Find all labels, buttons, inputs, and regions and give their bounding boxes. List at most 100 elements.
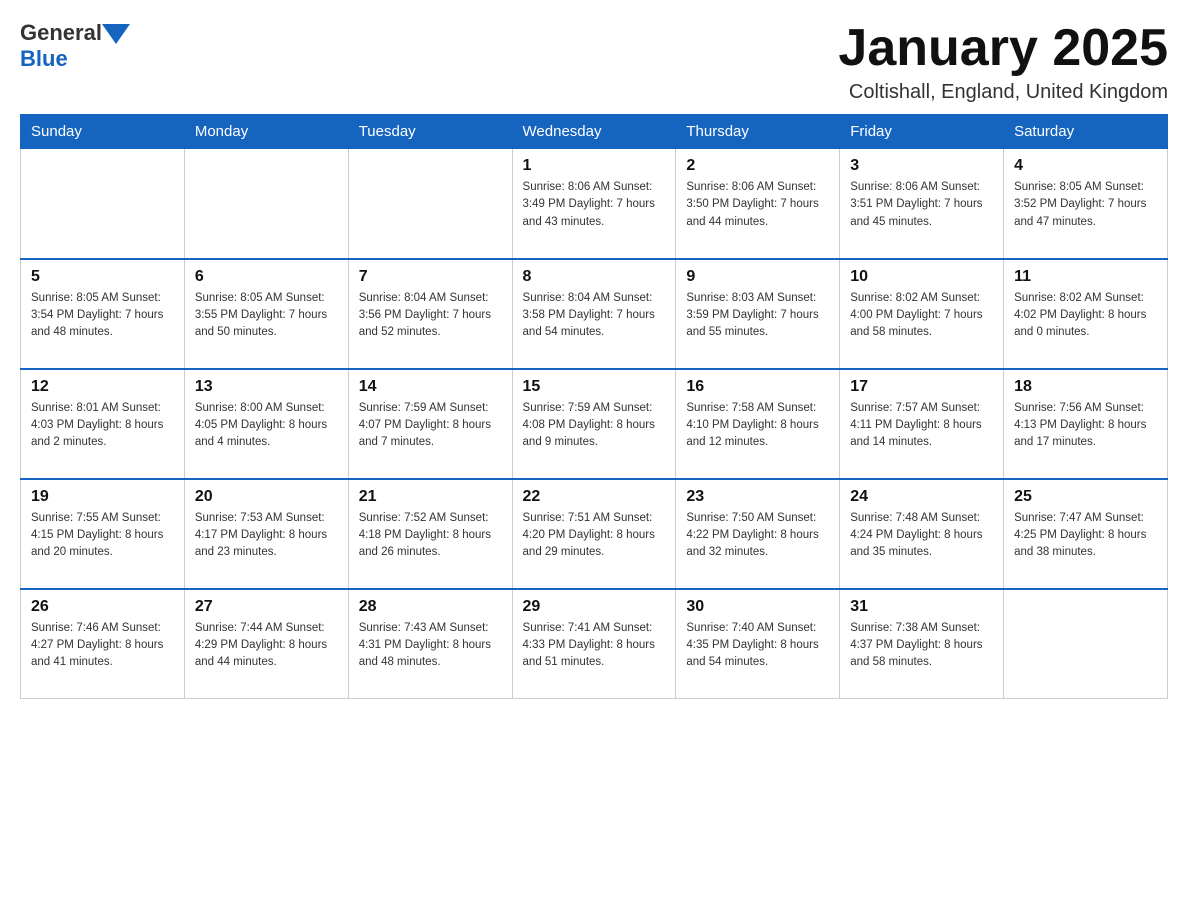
column-header-monday: Monday — [184, 115, 348, 149]
day-number: 14 — [359, 378, 502, 396]
calendar-cell: 9Sunrise: 8:03 AM Sunset: 3:59 PM Daylig… — [676, 259, 840, 369]
day-number: 9 — [686, 268, 829, 286]
day-info: Sunrise: 7:56 AM Sunset: 4:13 PM Dayligh… — [1014, 400, 1157, 452]
day-info: Sunrise: 8:05 AM Sunset: 3:55 PM Dayligh… — [195, 290, 338, 342]
day-number: 21 — [359, 488, 502, 506]
day-info: Sunrise: 7:59 AM Sunset: 4:07 PM Dayligh… — [359, 400, 502, 452]
calendar-cell: 30 Sunrise: 7:40 AM Sunset: 4:35 PM Dayli… — [676, 589, 840, 699]
day-info: Sunrise: 7:59 AM Sunset: 4:08 PM Dayligh… — [523, 400, 666, 452]
location: Coltishall, England, United Kingdom — [838, 81, 1168, 104]
day-info: Sunrise: 7:48 AM Sunset: 4:24 PM Dayligh… — [850, 510, 993, 562]
day-number: 8 — [523, 268, 666, 286]
day-info: Sunrise: 7:57 AM Sunset: 4:11 PM Dayligh… — [850, 400, 993, 452]
day-number: 31 — [850, 598, 993, 616]
logo-triangle-icon — [102, 24, 130, 44]
calendar-cell: 16 Sunrise: 7:58 AM Sunset: 4:10 PM Dayli… — [676, 369, 840, 479]
day-number: 5 — [31, 268, 174, 286]
calendar-cell: 10Sunrise: 8:02 AM Sunset: 4:00 PM Dayli… — [840, 259, 1004, 369]
month-title: January 2025 — [838, 20, 1168, 77]
calendar-cell — [1004, 589, 1168, 699]
calendar-cell: 20Sunrise: 7:53 AM Sunset: 4:17 PM Dayli… — [184, 479, 348, 589]
page-header: General Blue January 2025 Coltishall, En… — [20, 20, 1168, 104]
day-info: Sunrise: 7:46 AM Sunset: 4:27 PM Dayligh… — [31, 620, 174, 672]
day-info: Sunrise: 8:06 AM Sunset: 3:51 PM Dayligh… — [850, 179, 993, 231]
calendar-cell: 21 Sunrise: 7:52 AM Sunset: 4:18 PM Dayli… — [348, 479, 512, 589]
calendar-cell: 11Sunrise: 8:02 AM Sunset: 4:02 PM Dayli… — [1004, 259, 1168, 369]
day-number: 12 — [31, 378, 174, 396]
day-info: Sunrise: 7:53 AM Sunset: 4:17 PM Dayligh… — [195, 510, 338, 562]
calendar-week-row: 5 Sunrise: 8:05 AM Sunset: 3:54 PM Daylig… — [21, 259, 1168, 369]
calendar-cell: 1 Sunrise: 8:06 AM Sunset: 3:49 PM Daylig… — [512, 149, 676, 259]
day-number: 26 — [31, 598, 174, 616]
day-info: Sunrise: 7:40 AM Sunset: 4:35 PM Dayligh… — [686, 620, 829, 672]
day-info: Sunrise: 8:01 AM Sunset: 4:03 PM Dayligh… — [31, 400, 174, 452]
calendar-cell — [21, 149, 185, 259]
calendar-cell — [184, 149, 348, 259]
calendar-cell: 13 Sunrise: 8:00 AM Sunset: 4:05 PM Dayli… — [184, 369, 348, 479]
day-number: 1 — [523, 157, 666, 175]
logo: General Blue — [20, 20, 130, 72]
day-number: 28 — [359, 598, 502, 616]
calendar-cell: 18 Sunrise: 7:56 AM Sunset: 4:13 PM Dayli… — [1004, 369, 1168, 479]
day-number: 16 — [686, 378, 829, 396]
day-number: 25 — [1014, 488, 1157, 506]
logo-general: General — [20, 20, 102, 46]
calendar-cell: 12 Sunrise: 8:01 AM Sunset: 4:03 PM Dayli… — [21, 369, 185, 479]
calendar-cell: 7Sunrise: 8:04 AM Sunset: 3:56 PM Daylig… — [348, 259, 512, 369]
day-info: Sunrise: 7:58 AM Sunset: 4:10 PM Dayligh… — [686, 400, 829, 452]
day-info: Sunrise: 8:00 AM Sunset: 4:05 PM Dayligh… — [195, 400, 338, 452]
calendar-table: SundayMondayTuesdayWednesdayThursdayFrid… — [20, 114, 1168, 699]
calendar-cell: 23 Sunrise: 7:50 AM Sunset: 4:22 PM Dayli… — [676, 479, 840, 589]
day-number: 24 — [850, 488, 993, 506]
column-header-saturday: Saturday — [1004, 115, 1168, 149]
calendar-cell: 28 Sunrise: 7:43 AM Sunset: 4:31 PM Dayli… — [348, 589, 512, 699]
day-info: Sunrise: 8:04 AM Sunset: 3:58 PM Dayligh… — [523, 290, 666, 342]
day-number: 7 — [359, 268, 502, 286]
column-header-wednesday: Wednesday — [512, 115, 676, 149]
day-number: 22 — [523, 488, 666, 506]
calendar-cell: 27Sunrise: 7:44 AM Sunset: 4:29 PM Dayli… — [184, 589, 348, 699]
day-number: 15 — [523, 378, 666, 396]
day-info: Sunrise: 7:52 AM Sunset: 4:18 PM Dayligh… — [359, 510, 502, 562]
day-number: 6 — [195, 268, 338, 286]
day-info: Sunrise: 7:47 AM Sunset: 4:25 PM Dayligh… — [1014, 510, 1157, 562]
calendar-week-row: 26 Sunrise: 7:46 AM Sunset: 4:27 PM Dayli… — [21, 589, 1168, 699]
day-number: 10 — [850, 268, 993, 286]
day-number: 19 — [31, 488, 174, 506]
calendar-cell: 6 Sunrise: 8:05 AM Sunset: 3:55 PM Daylig… — [184, 259, 348, 369]
calendar-cell: 3 Sunrise: 8:06 AM Sunset: 3:51 PM Daylig… — [840, 149, 1004, 259]
calendar-cell: 15 Sunrise: 7:59 AM Sunset: 4:08 PM Dayli… — [512, 369, 676, 479]
column-header-thursday: Thursday — [676, 115, 840, 149]
day-number: 18 — [1014, 378, 1157, 396]
day-info: Sunrise: 8:05 AM Sunset: 3:54 PM Dayligh… — [31, 290, 174, 342]
day-number: 3 — [850, 157, 993, 175]
calendar-cell: 29 Sunrise: 7:41 AM Sunset: 4:33 PM Dayli… — [512, 589, 676, 699]
day-number: 13 — [195, 378, 338, 396]
calendar-cell: 8 Sunrise: 8:04 AM Sunset: 3:58 PM Daylig… — [512, 259, 676, 369]
calendar-week-row: 19Sunrise: 7:55 AM Sunset: 4:15 PM Dayli… — [21, 479, 1168, 589]
title-block: January 2025 Coltishall, England, United… — [838, 20, 1168, 104]
day-info: Sunrise: 8:06 AM Sunset: 3:49 PM Dayligh… — [523, 179, 666, 231]
calendar-cell: 22Sunrise: 7:51 AM Sunset: 4:20 PM Dayli… — [512, 479, 676, 589]
day-info: Sunrise: 7:43 AM Sunset: 4:31 PM Dayligh… — [359, 620, 502, 672]
day-info: Sunrise: 8:06 AM Sunset: 3:50 PM Dayligh… — [686, 179, 829, 231]
day-info: Sunrise: 7:38 AM Sunset: 4:37 PM Dayligh… — [850, 620, 993, 672]
calendar-week-row: 1 Sunrise: 8:06 AM Sunset: 3:49 PM Daylig… — [21, 149, 1168, 259]
day-number: 30 — [686, 598, 829, 616]
calendar-week-row: 12 Sunrise: 8:01 AM Sunset: 4:03 PM Dayli… — [21, 369, 1168, 479]
day-number: 2 — [686, 157, 829, 175]
day-number: 23 — [686, 488, 829, 506]
calendar-cell: 5 Sunrise: 8:05 AM Sunset: 3:54 PM Daylig… — [21, 259, 185, 369]
calendar-cell: 19Sunrise: 7:55 AM Sunset: 4:15 PM Dayli… — [21, 479, 185, 589]
day-info: Sunrise: 7:50 AM Sunset: 4:22 PM Dayligh… — [686, 510, 829, 562]
calendar-cell: 2 Sunrise: 8:06 AM Sunset: 3:50 PM Daylig… — [676, 149, 840, 259]
column-header-sunday: Sunday — [21, 115, 185, 149]
day-info: Sunrise: 7:41 AM Sunset: 4:33 PM Dayligh… — [523, 620, 666, 672]
column-header-tuesday: Tuesday — [348, 115, 512, 149]
calendar-cell: 31 Sunrise: 7:38 AM Sunset: 4:37 PM Dayli… — [840, 589, 1004, 699]
day-number: 27 — [195, 598, 338, 616]
calendar-cell: 17Sunrise: 7:57 AM Sunset: 4:11 PM Dayli… — [840, 369, 1004, 479]
logo-blue: Blue — [20, 46, 68, 72]
column-header-friday: Friday — [840, 115, 1004, 149]
day-number: 29 — [523, 598, 666, 616]
